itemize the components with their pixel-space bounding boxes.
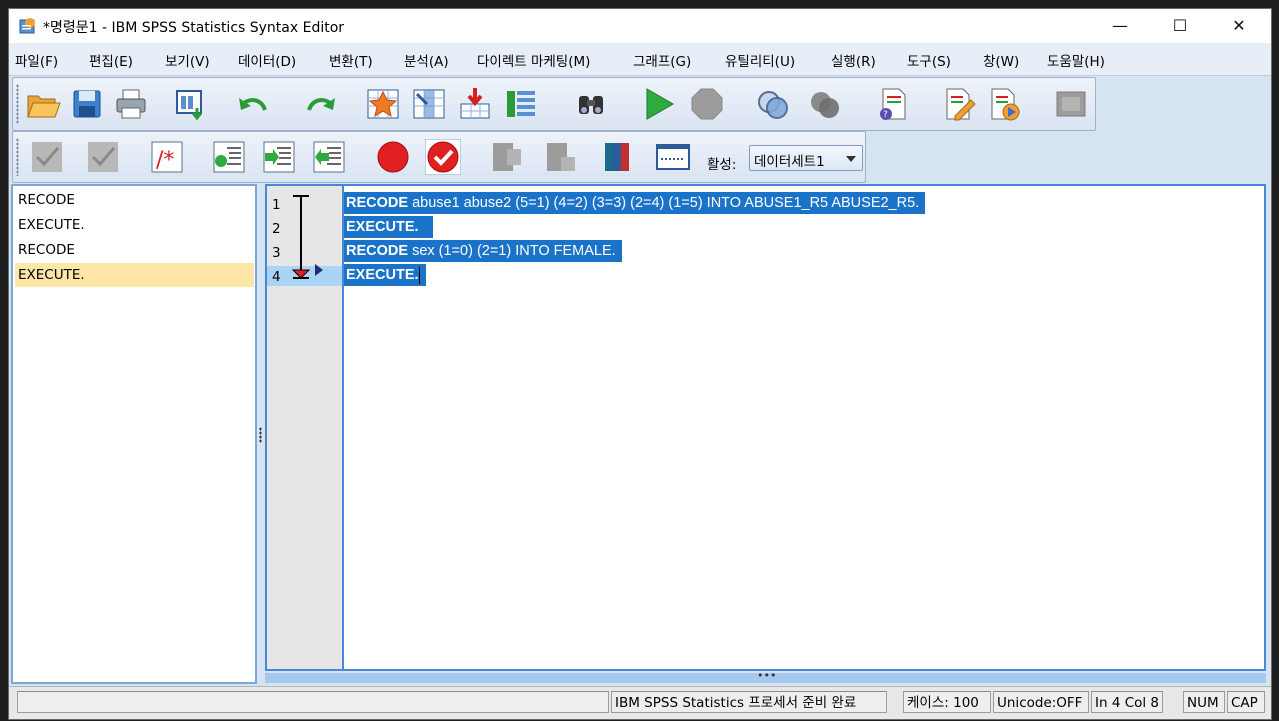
resize-grip-dots: ••• — [757, 669, 777, 682]
nav-item-execute-selected[interactable]: EXECUTE. — [15, 263, 254, 287]
nav-item-execute[interactable]: EXECUTE. — [15, 213, 254, 237]
menu-file[interactable]: 파일(F) — [15, 50, 58, 70]
command-span-icon — [291, 195, 323, 279]
code-line-1: RECODE abuse1 abuse2 (5=1) (4=2) (3=3) (… — [344, 192, 926, 214]
open-icon[interactable] — [25, 86, 61, 122]
code-keyword: RECODE — [346, 195, 409, 211]
minimize-button[interactable]: — — [1091, 9, 1149, 43]
close-button[interactable]: ✕ — [1210, 9, 1268, 43]
stop-icon[interactable] — [689, 86, 725, 122]
run-script-icon[interactable] — [987, 86, 1023, 122]
validate-all-disabled-icon[interactable] — [85, 139, 121, 175]
spss-app-icon — [19, 18, 35, 34]
line-number: 1 — [272, 197, 281, 213]
menu-direct-marketing[interactable]: 다이렉트 마케팅(M) — [477, 50, 590, 70]
comment-icon[interactable]: /* — [149, 139, 185, 175]
edit-icon[interactable] — [941, 86, 977, 122]
text-caret — [418, 266, 420, 284]
menu-view[interactable]: 보기(V) — [165, 50, 210, 70]
check-syntax-icon[interactable] — [425, 139, 461, 175]
next-bookmark-disabled-icon[interactable] — [543, 139, 579, 175]
code-keyword: RECODE — [346, 243, 409, 259]
code-keyword: EXECUTE. — [346, 267, 419, 283]
menu-tools[interactable]: 도구(S) — [907, 50, 951, 70]
code-line-4: EXECUTE. — [344, 264, 426, 286]
show-all-vars-icon[interactable] — [807, 86, 843, 122]
case-count: 케이스: 100 — [903, 691, 991, 713]
maximize-button[interactable]: ☐ — [1151, 9, 1209, 43]
status-message — [17, 691, 609, 713]
menu-graphs[interactable]: 그래프(G) — [633, 50, 691, 70]
code-text: abuse1 abuse2 (5=1) (4=2) (3=3) (2=4) (1… — [408, 195, 920, 211]
code-keyword: EXECUTE. — [346, 219, 419, 235]
main-toolbar: ? — [12, 77, 1096, 131]
command-navigator: RECODE EXECUTE. RECODE EXECUTE. — [11, 184, 257, 684]
cursor-position: In 4 Col 8 — [1091, 691, 1163, 713]
use-sets-icon[interactable] — [755, 86, 791, 122]
menu-data[interactable]: 데이터(D) — [238, 50, 296, 70]
caps-lock-status: CAP — [1227, 691, 1265, 713]
format-syntax-icon[interactable] — [211, 139, 247, 175]
code-line-3: RECODE sex (1=0) (2=1) INTO FEMALE. — [344, 240, 622, 262]
active-dataset-value: 데이터세트1 — [754, 154, 825, 170]
line-gutter: 1 2 3 4 — [267, 186, 344, 669]
window-title: *명령문1 - IBM SPSS Statistics Syntax Edito… — [43, 20, 345, 36]
line-number: 2 — [272, 221, 281, 237]
active-dataset-select[interactable]: 데이터세트1 — [749, 145, 863, 171]
run-icon[interactable] — [641, 86, 677, 122]
menu-help[interactable]: 도움말(H) — [1047, 50, 1105, 70]
syntax-help-icon[interactable]: ? — [875, 86, 911, 122]
bookmarks-icon[interactable] — [599, 139, 635, 175]
nav-item-recode[interactable]: RECODE — [15, 238, 254, 262]
menu-edit[interactable]: 편집(E) — [89, 50, 133, 70]
chevron-down-icon — [846, 156, 856, 162]
line-number: 4 — [272, 269, 281, 285]
code-area[interactable]: RECODE abuse1 abuse2 (5=1) (4=2) (3=3) (… — [344, 186, 1264, 669]
syntax-editor-window: *명령문1 - IBM SPSS Statistics Syntax Edito… — [8, 8, 1272, 720]
menu-utilities[interactable]: 유틸리티(U) — [725, 50, 795, 70]
indent-icon[interactable] — [261, 139, 297, 175]
outdent-icon[interactable] — [311, 139, 347, 175]
line-numbers-icon[interactable] — [655, 139, 691, 175]
validate-disabled-icon[interactable] — [29, 139, 65, 175]
bookmark-disabled-icon[interactable] — [489, 139, 525, 175]
toolbar-grip[interactable] — [16, 84, 19, 124]
status-bar: IBM SPSS Statistics 프로세서 준비 완료 케이스: 100 … — [9, 686, 1271, 719]
find-icon[interactable] — [573, 86, 609, 122]
code-line-2: EXECUTE. — [344, 216, 433, 238]
print-icon[interactable] — [113, 86, 149, 122]
menu-analyze[interactable]: 분석(A) — [404, 50, 449, 70]
syntax-editor[interactable]: 1 2 3 4 RECODE abuse1 abuse2 (5=1) (4=2)… — [265, 184, 1266, 671]
goto-case-icon[interactable] — [365, 86, 401, 122]
processor-status: IBM SPSS Statistics 프로세서 준비 완료 — [611, 691, 887, 713]
menu-transform[interactable]: 변환(T) — [329, 50, 373, 70]
save-icon[interactable] — [69, 86, 105, 122]
unicode-status: Unicode:OFF — [993, 691, 1089, 713]
title-bar: *명령문1 - IBM SPSS Statistics Syntax Edito… — [9, 9, 1271, 43]
menu-window[interactable]: 창(W) — [983, 50, 1019, 70]
goto-variable-icon[interactable] — [411, 86, 447, 122]
svg-text:?: ? — [883, 110, 888, 120]
recall-dialog-icon[interactable] — [173, 86, 209, 122]
num-lock-status: NUM — [1183, 691, 1225, 713]
line-number: 3 — [272, 245, 281, 261]
toolbar-grip[interactable] — [16, 138, 19, 176]
redo-icon[interactable] — [303, 86, 339, 122]
active-dataset-label: 활성: — [707, 157, 737, 173]
syntax-toolbar: /* 활성: 데이터세트1 — [12, 131, 866, 183]
menu-bar: 파일(F) 편집(E) 보기(V) 데이터(D) 변환(T) 분석(A) 다이렉… — [9, 43, 1271, 76]
nav-item-recode[interactable]: RECODE — [15, 188, 254, 212]
breakpoint-icon[interactable] — [375, 139, 411, 175]
designate-window-icon[interactable] — [1053, 86, 1089, 122]
undo-icon[interactable] — [235, 86, 271, 122]
pane-splitter[interactable] — [259, 427, 262, 443]
code-text: sex (1=0) (2=1) INTO FEMALE. — [408, 243, 616, 259]
svg-text:/*: /* — [156, 148, 174, 173]
value-labels-icon[interactable] — [503, 86, 539, 122]
editor-resize-handle[interactable]: ••• — [265, 669, 1266, 683]
menu-run[interactable]: 실행(R) — [831, 50, 876, 70]
variables-icon[interactable] — [457, 86, 493, 122]
